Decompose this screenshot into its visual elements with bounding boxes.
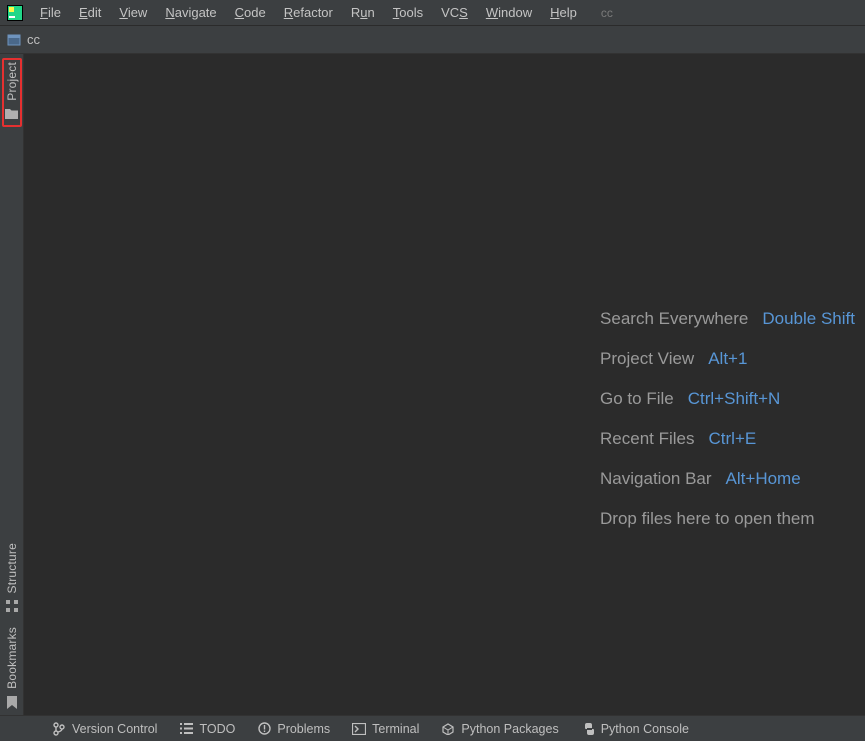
packages-icon <box>441 722 455 736</box>
tool-label: Problems <box>277 722 330 736</box>
shortcut-label[interactable]: Alt+1 <box>708 349 747 369</box>
tool-tab-python-console[interactable]: Python Console <box>581 722 689 736</box>
warning-icon <box>257 722 271 736</box>
bookmark-icon <box>5 695 19 709</box>
drop-files-hint: Drop files here to open them <box>600 509 855 529</box>
menu-file[interactable]: File <box>32 3 69 22</box>
menu-view[interactable]: View <box>111 3 155 22</box>
menu-edit[interactable]: Edit <box>71 3 109 22</box>
bottom-tool-bar: Version Control TODO Problems Terminal P… <box>0 715 865 741</box>
list-icon <box>179 722 193 736</box>
app-icon <box>6 4 24 22</box>
hint-search-everywhere: Search Everywhere Double Shift <box>600 309 855 329</box>
shortcut-label[interactable]: Ctrl+E <box>709 429 757 449</box>
menu-navigate[interactable]: Navigate <box>157 3 224 22</box>
python-icon <box>581 722 595 736</box>
module-icon <box>6 32 22 48</box>
menu-tools[interactable]: Tools <box>385 3 431 22</box>
tool-label: TODO <box>199 722 235 736</box>
terminal-icon <box>352 722 366 736</box>
hint-recent-files: Recent Files Ctrl+E <box>600 429 855 449</box>
tool-tab-bookmarks[interactable]: Bookmarks <box>5 627 19 709</box>
menu-code[interactable]: Code <box>227 3 274 22</box>
tool-tab-project[interactable]: Project <box>2 58 22 127</box>
menu-refactor[interactable]: Refactor <box>276 3 341 22</box>
structure-icon <box>5 599 19 613</box>
hint-project-view: Project View Alt+1 <box>600 349 855 369</box>
welcome-hints: Search Everywhere Double Shift Project V… <box>600 309 855 529</box>
left-tool-gutter: Project Structure <box>0 54 24 715</box>
titlebar-project-name: cc <box>601 6 613 20</box>
tool-label: Python Packages <box>461 722 558 736</box>
shortcut-label[interactable]: Alt+Home <box>726 469 801 489</box>
hint-navigation-bar: Navigation Bar Alt+Home <box>600 469 855 489</box>
main-menu-bar: File Edit View Navigate Code Refactor Ru… <box>0 0 865 26</box>
navigation-bar[interactable]: cc <box>0 26 865 54</box>
menu-run[interactable]: Run <box>343 3 383 22</box>
menu-vcs[interactable]: VCS <box>433 3 476 22</box>
tool-tab-problems[interactable]: Problems <box>257 722 330 736</box>
breadcrumb-root[interactable]: cc <box>27 32 40 47</box>
tool-label: Version Control <box>72 722 157 736</box>
shortcut-label[interactable]: Double Shift <box>762 309 855 329</box>
tool-tab-terminal[interactable]: Terminal <box>352 722 419 736</box>
folder-icon <box>5 107 19 121</box>
tool-tab-structure[interactable]: Structure <box>5 543 19 614</box>
menu-help[interactable]: Help <box>542 3 585 22</box>
tool-tab-python-packages[interactable]: Python Packages <box>441 722 558 736</box>
tool-tab-version-control[interactable]: Version Control <box>52 722 157 736</box>
editor-area[interactable]: Search Everywhere Double Shift Project V… <box>24 54 865 715</box>
menu-window[interactable]: Window <box>478 3 540 22</box>
tool-label: Terminal <box>372 722 419 736</box>
shortcut-label[interactable]: Ctrl+Shift+N <box>688 389 781 409</box>
branch-icon <box>52 722 66 736</box>
hint-go-to-file: Go to File Ctrl+Shift+N <box>600 389 855 409</box>
tool-tab-todo[interactable]: TODO <box>179 722 235 736</box>
tool-label: Python Console <box>601 722 689 736</box>
